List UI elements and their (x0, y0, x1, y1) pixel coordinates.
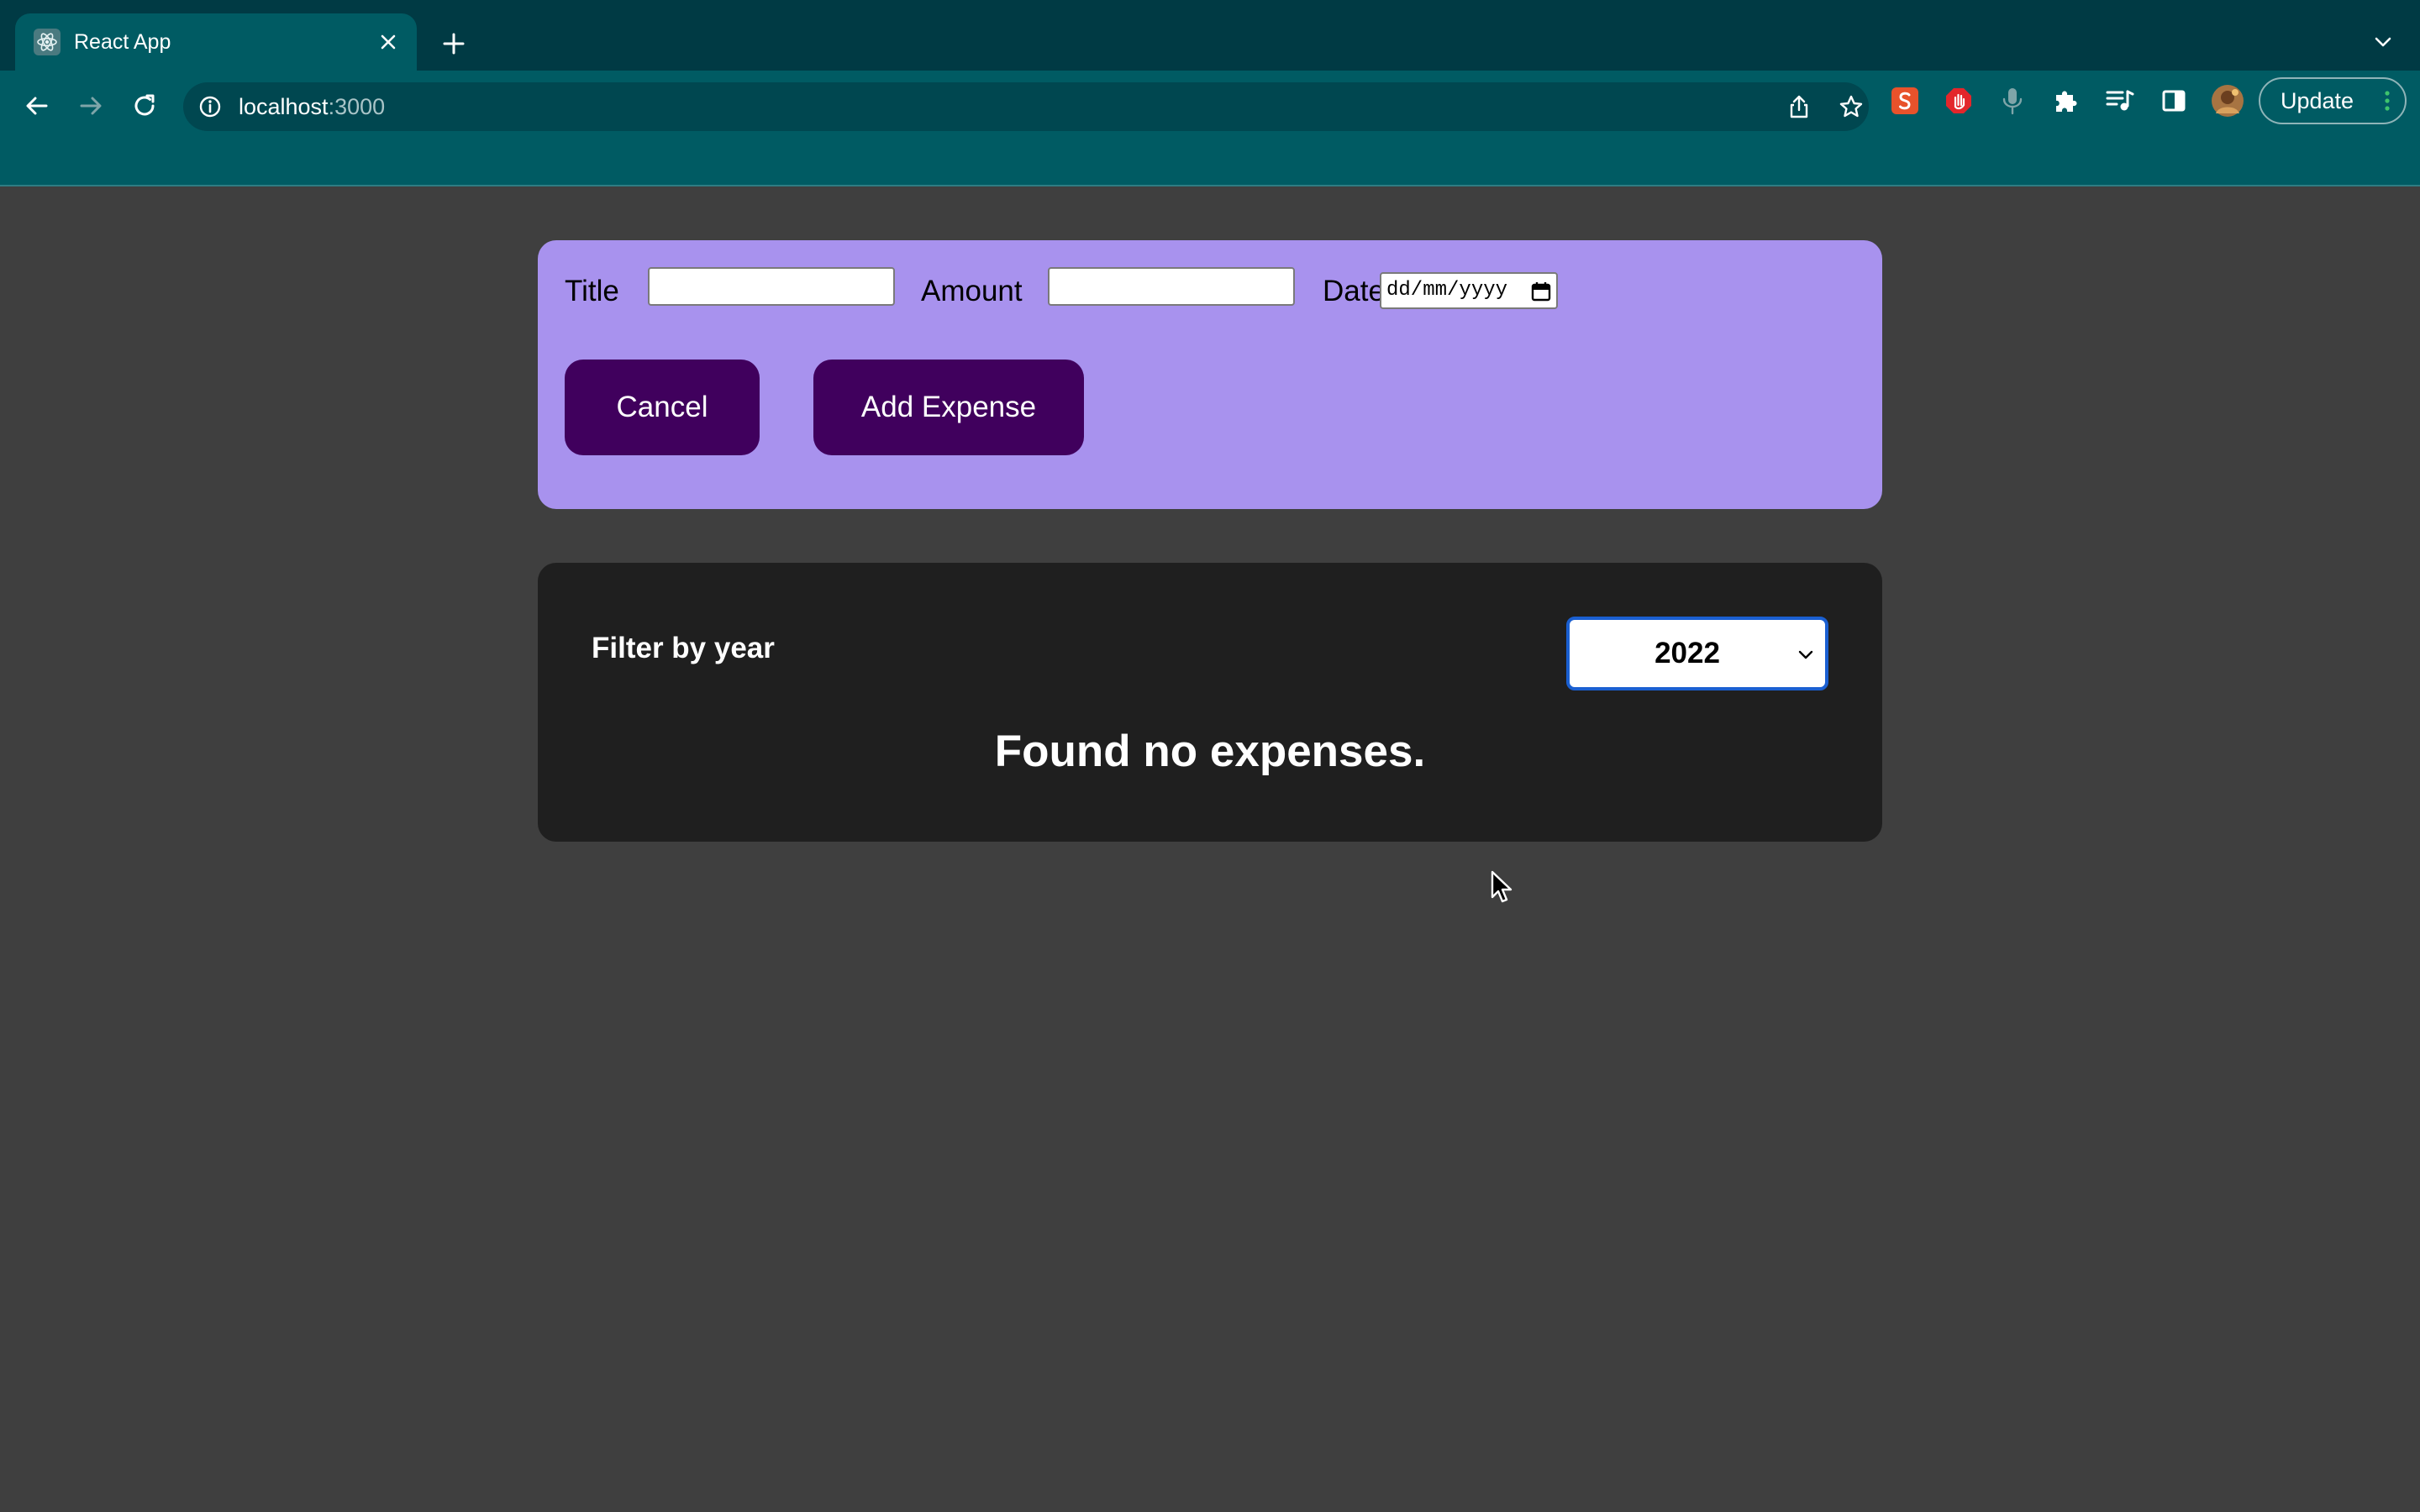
cancel-button[interactable]: Cancel (565, 360, 760, 455)
smallpdf-extension-icon[interactable] (1889, 85, 1921, 117)
new-expense-form: Title Amount Date dd/mm/yyyy Cancel Add … (538, 240, 1882, 509)
puzzle-extensions-icon[interactable] (2050, 85, 2082, 117)
update-button[interactable]: Update (2259, 77, 2407, 124)
title-input[interactable] (648, 267, 895, 306)
browser-tabstrip: React App (0, 0, 2420, 71)
tab-react-app[interactable]: React App (15, 13, 417, 71)
update-label: Update (2281, 88, 2354, 113)
info-icon[interactable] (197, 93, 224, 120)
title-label: Title (565, 275, 619, 307)
year-select-value: 2022 (1655, 637, 1720, 669)
plus-icon[interactable] (435, 25, 472, 62)
react-favicon (34, 29, 60, 55)
side-panel-icon[interactable] (2158, 85, 2190, 117)
empty-expenses-message: Found no expenses. (994, 727, 1426, 776)
amount-input[interactable] (1048, 267, 1295, 306)
media-controls-icon[interactable] (2104, 85, 2136, 117)
share-icon[interactable] (1785, 92, 1813, 121)
forward-icon[interactable] (71, 86, 111, 126)
browser-toolbar: localhost:3000 Update (0, 71, 2420, 186)
filter-label: Filter by year (592, 632, 775, 664)
year-select[interactable]: 2022 (1566, 617, 1828, 690)
mouse-cursor-icon (1491, 870, 1512, 903)
url-port: :3000 (328, 94, 386, 119)
amount-label: Amount (921, 275, 1023, 307)
date-input[interactable]: dd/mm/yyyy (1380, 272, 1558, 309)
close-icon[interactable] (371, 25, 405, 59)
date-label: Date (1323, 275, 1385, 307)
date-placeholder: dd/mm/yyyy (1386, 279, 1508, 302)
kebab-menu-icon (2385, 91, 2390, 111)
url-text: localhost:3000 (239, 82, 385, 131)
chevron-down-icon[interactable] (2366, 25, 2400, 59)
chevron-down-icon (1798, 650, 1813, 659)
back-icon[interactable] (17, 86, 57, 126)
star-icon[interactable] (1837, 92, 1865, 121)
profile-avatar[interactable] (2212, 85, 2244, 117)
address-bar[interactable]: localhost:3000 (183, 82, 1869, 131)
url-host: localhost (239, 94, 329, 119)
reload-icon[interactable] (124, 86, 165, 126)
expenses-panel: Filter by year 2022 Found no expenses. (538, 563, 1882, 842)
add-expense-button[interactable]: Add Expense (813, 360, 1084, 455)
calendar-icon[interactable] (1531, 281, 1551, 302)
microphone-icon[interactable] (1996, 85, 2028, 117)
tab-title: React App (74, 30, 171, 54)
adblock-extension-icon[interactable] (1943, 85, 1975, 117)
